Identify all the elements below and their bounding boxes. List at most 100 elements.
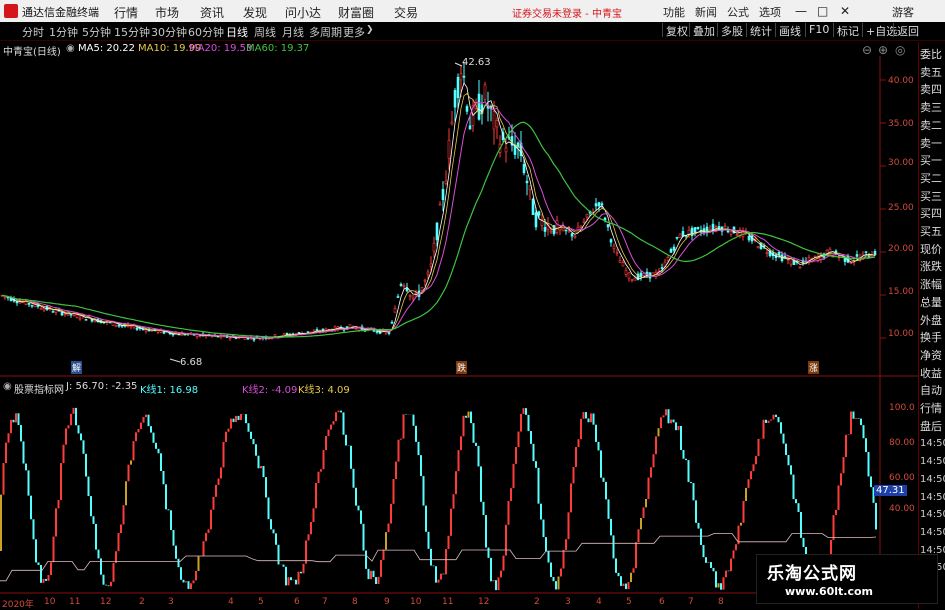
candle-body bbox=[531, 198, 535, 215]
btn-mark[interactable]: 标记 bbox=[833, 23, 859, 38]
sidebar-item[interactable]: 盘后 bbox=[920, 420, 945, 433]
sidebar-item[interactable]: 14:50 bbox=[920, 508, 945, 521]
tf-30min[interactable]: 30分钟 bbox=[151, 24, 187, 40]
tf-intraday[interactable]: 分时 bbox=[22, 24, 44, 40]
candle-body bbox=[696, 227, 700, 230]
sidebar-item[interactable]: 买五 bbox=[920, 225, 945, 238]
btn-stats[interactable]: 统计 bbox=[746, 23, 772, 38]
sidebar-item[interactable]: 自动 bbox=[920, 384, 945, 397]
candle-body bbox=[198, 335, 202, 338]
menu-market[interactable]: 市场 bbox=[155, 4, 179, 21]
price-tick: 10.00 bbox=[888, 329, 914, 339]
sidebar-item[interactable]: 买二 bbox=[920, 172, 945, 185]
btn-adjust[interactable]: 复权 bbox=[662, 23, 688, 38]
sidebar-item[interactable]: 委比 bbox=[920, 48, 945, 61]
tf-daily[interactable]: 日线 bbox=[226, 24, 248, 40]
sidebar-item[interactable]: 14:50 bbox=[920, 437, 945, 450]
sidebar-item[interactable]: 收益 bbox=[920, 367, 945, 380]
sidebar-item[interactable]: 买三 bbox=[920, 190, 945, 203]
btn-f10[interactable]: F10 bbox=[805, 23, 829, 37]
sidebar-item[interactable]: 卖三 bbox=[920, 101, 945, 114]
sidebar-item[interactable]: 卖五 bbox=[920, 66, 945, 79]
menu-options[interactable]: 选项 bbox=[759, 4, 781, 20]
menu-formula[interactable]: 公式 bbox=[727, 4, 749, 20]
zoom-plus-icon[interactable]: ⊕ bbox=[878, 43, 888, 57]
price-tick: 20.00 bbox=[888, 244, 914, 254]
candle-body bbox=[789, 258, 793, 265]
candle-body bbox=[462, 75, 466, 78]
chevron-right-icon[interactable]: ❯ bbox=[366, 25, 374, 35]
sidebar-item[interactable]: 外盘 bbox=[920, 314, 945, 327]
candle-body bbox=[387, 332, 391, 334]
sidebar-item[interactable]: 14:50 bbox=[920, 455, 945, 468]
marker-rise[interactable]: 涨 bbox=[808, 361, 820, 374]
tf-more[interactable]: 更多 bbox=[343, 24, 365, 40]
candle-body bbox=[27, 302, 31, 305]
candle-body bbox=[483, 84, 487, 100]
login-notice: 证券交易未登录 - 中青宝 bbox=[512, 9, 622, 20]
tf-multi[interactable]: 多周期 bbox=[309, 24, 342, 40]
menu-discover[interactable]: 发现 bbox=[243, 4, 267, 21]
close-icon[interactable]: ✕ bbox=[840, 4, 850, 18]
sidebar-item[interactable]: 买一 bbox=[920, 154, 945, 167]
sidebar-item[interactable]: 行情 bbox=[920, 402, 945, 415]
chart-area[interactable] bbox=[0, 56, 918, 596]
sidebar-item[interactable]: 卖一 bbox=[920, 137, 945, 150]
tf-60min[interactable]: 60分钟 bbox=[188, 24, 224, 40]
tf-weekly[interactable]: 周线 bbox=[254, 24, 276, 40]
btn-draw[interactable]: 画线 bbox=[775, 23, 801, 38]
candle-body bbox=[15, 301, 19, 304]
tf-15min[interactable]: 15分钟 bbox=[114, 24, 150, 40]
indicator-tick: 80.00 bbox=[889, 438, 915, 448]
candle-body bbox=[399, 283, 403, 286]
maximize-icon[interactable]: □ bbox=[817, 4, 828, 18]
sidebar-item[interactable]: 涨幅 bbox=[920, 278, 945, 291]
btn-multistock[interactable]: 多股 bbox=[717, 23, 743, 38]
sidebar-item[interactable]: 总量 bbox=[920, 296, 945, 309]
marker-unlock[interactable]: 解 bbox=[71, 361, 83, 374]
sidebar-item[interactable]: 买四 bbox=[920, 207, 945, 220]
sidebar-item[interactable]: 卖二 bbox=[920, 119, 945, 132]
candle-body bbox=[675, 236, 679, 239]
candle-body bbox=[660, 267, 664, 269]
candle-body bbox=[504, 147, 508, 153]
sidebar-item[interactable]: 换手 bbox=[920, 331, 945, 344]
menu-news[interactable]: 资讯 bbox=[200, 4, 224, 21]
candle-body bbox=[582, 220, 586, 223]
menu-wealth[interactable]: 财富圈 bbox=[338, 4, 374, 21]
candle-body bbox=[438, 203, 442, 206]
menu-trade[interactable]: 交易 bbox=[394, 4, 418, 21]
menu-quotes[interactable]: 行情 bbox=[114, 4, 138, 21]
circle-icon[interactable]: ◎ bbox=[895, 43, 905, 57]
candle-body bbox=[585, 213, 589, 218]
zoom-minus-icon[interactable]: ⊖ bbox=[862, 43, 872, 57]
candle-body bbox=[285, 333, 289, 335]
price-tick: 25.00 bbox=[888, 203, 914, 213]
settings-icon[interactable]: ◉ bbox=[66, 43, 75, 54]
guest-label[interactable]: 游客 bbox=[892, 4, 914, 20]
sidebar-item[interactable]: 现价 bbox=[920, 243, 945, 256]
btn-overlay[interactable]: 叠加 bbox=[689, 23, 715, 38]
sidebar-item[interactable]: 14:50 bbox=[920, 491, 945, 504]
minimize-icon[interactable]: — bbox=[795, 4, 807, 18]
date-tick: 8 bbox=[352, 597, 358, 607]
kline1-value: K线1: 16.98 bbox=[140, 385, 199, 396]
tf-1min[interactable]: 1分钟 bbox=[49, 24, 78, 40]
btn-add-watchlist[interactable]: +自选 bbox=[862, 23, 897, 38]
tf-monthly[interactable]: 月线 bbox=[282, 24, 304, 40]
sidebar-item[interactable]: 卖四 bbox=[920, 83, 945, 96]
date-tick: 7 bbox=[688, 597, 694, 607]
tf-5min[interactable]: 5分钟 bbox=[82, 24, 111, 40]
marker-fall[interactable]: 跌 bbox=[456, 361, 468, 374]
menu-function[interactable]: 功能 bbox=[663, 4, 685, 20]
menu-ask[interactable]: 问小达 bbox=[285, 4, 321, 21]
date-tick: 3 bbox=[168, 597, 174, 607]
sidebar-item[interactable]: 涨跌 bbox=[920, 260, 945, 273]
settings-icon[interactable]: ◉ bbox=[3, 381, 12, 392]
candle-body bbox=[747, 235, 751, 241]
btn-back[interactable]: 返回 bbox=[893, 23, 919, 38]
menu-newsfeed[interactable]: 新闻 bbox=[695, 4, 717, 20]
sidebar-item[interactable]: 14:50 bbox=[920, 473, 945, 486]
sidebar-item[interactable]: 14:50 bbox=[920, 526, 945, 539]
sidebar-item[interactable]: 净资 bbox=[920, 349, 945, 362]
